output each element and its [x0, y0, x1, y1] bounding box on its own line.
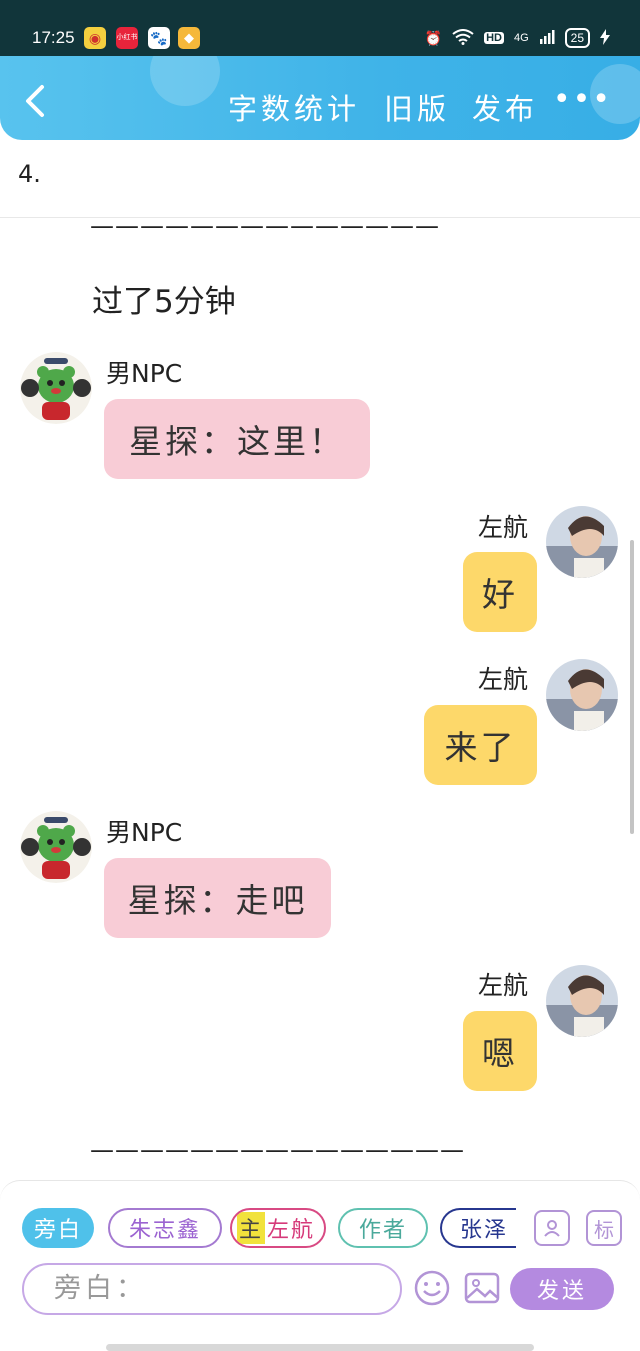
status-bar: 17:25 ◉ 小红书 🐾 ◆ ⏰ HD 4G 25: [0, 0, 640, 58]
gesture-bar[interactable]: [106, 1344, 534, 1351]
back-arrow-icon[interactable]: [22, 84, 50, 118]
more-menu-icon[interactable]: •••: [553, 82, 612, 117]
zuohang-avatar[interactable]: [546, 965, 618, 1037]
diamond-app-icon: ◆: [178, 27, 200, 49]
network-label: 4G: [513, 32, 529, 44]
person-card-icon[interactable]: [534, 1210, 570, 1246]
npc-avatar[interactable]: [20, 811, 92, 883]
dash-separator-top: ——————————————: [90, 212, 440, 240]
message-bubble[interactable]: 星探：这里！: [104, 399, 370, 479]
charging-icon: [600, 28, 610, 48]
alarm-icon: ⏰: [424, 29, 443, 46]
sender-name: 左航: [478, 665, 529, 694]
publish-button[interactable]: 发布: [472, 86, 538, 128]
item-number: 4.: [18, 160, 41, 188]
message-bubble[interactable]: 来了: [424, 705, 537, 785]
main-role-tag: 主: [236, 1212, 265, 1244]
old-version-button[interactable]: 旧版: [384, 86, 450, 128]
role-chip-narration[interactable]: 旁白: [22, 1208, 94, 1248]
weibo-icon: ◉: [84, 27, 106, 49]
role-chip-zhangze[interactable]: 张泽: [440, 1208, 516, 1248]
sender-name: 男NPC: [106, 359, 183, 388]
xiaohongshu-icon: 小红书: [116, 27, 138, 49]
role-chip-author[interactable]: 作者: [338, 1208, 428, 1248]
signal-icon: [539, 29, 555, 48]
word-count-button[interactable]: 字数统计: [228, 86, 360, 128]
zuohang-avatar[interactable]: [546, 659, 618, 731]
role-chip-zhuzhixin[interactable]: 朱志鑫: [108, 1208, 222, 1248]
role-chip-label: 左航: [267, 1218, 316, 1243]
status-time: 17:25: [32, 28, 75, 47]
message-bubble[interactable]: 嗯: [463, 1011, 537, 1091]
message-bubble[interactable]: 星探：走吧: [104, 858, 331, 938]
sender-name: 左航: [478, 513, 529, 542]
baidu-icon: 🐾: [148, 27, 170, 49]
message-bubble[interactable]: 好: [463, 552, 537, 632]
sender-name: 男NPC: [106, 818, 183, 847]
narration-text: 过了5分钟: [92, 284, 236, 320]
send-button[interactable]: 发送: [510, 1268, 614, 1310]
status-indicators: ⏰ HD 4G 25: [425, 28, 610, 48]
wifi-icon: [452, 28, 474, 48]
scrollbar[interactable]: [630, 540, 634, 834]
image-icon[interactable]: [462, 1268, 502, 1308]
role-chip-zuohang[interactable]: 主 左航: [230, 1208, 326, 1248]
hd-badge: HD: [484, 32, 504, 44]
decor-bubble: [150, 56, 220, 106]
sender-name: 左航: [478, 971, 529, 1000]
battery-icon: 25: [564, 28, 590, 48]
zuohang-avatar[interactable]: [546, 506, 618, 578]
smiley-icon[interactable]: [412, 1268, 452, 1308]
mark-button[interactable]: 标: [586, 1210, 622, 1246]
npc-avatar[interactable]: [20, 352, 92, 424]
dash-separator-bottom: ———————————————: [90, 1136, 465, 1164]
message-input[interactable]: 旁白：: [22, 1263, 402, 1315]
app-header: 字数统计 旧版 发布 •••: [0, 56, 640, 140]
